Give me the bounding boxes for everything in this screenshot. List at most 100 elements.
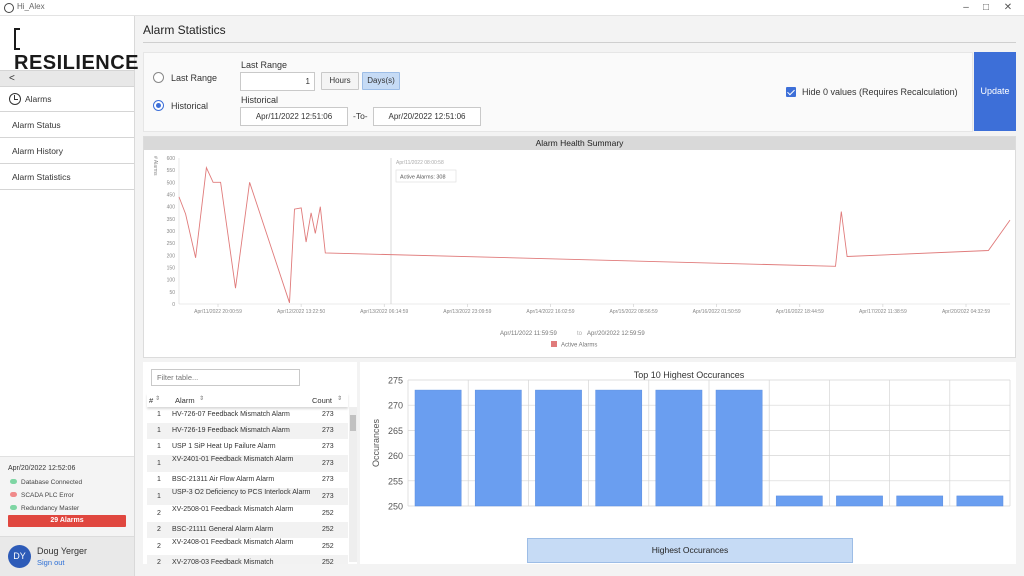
sort-icon[interactable]: ⇕ <box>155 395 160 402</box>
bar-6 <box>715 389 763 507</box>
y-tick-label: 0 <box>172 302 175 308</box>
bar-1 <box>414 389 462 507</box>
row-num: 1 <box>157 411 161 418</box>
range-value-input[interactable] <box>240 72 315 91</box>
table-row[interactable]: 2 BSC-21111 General Alarm Alarm 252 <box>147 522 348 538</box>
hours-button[interactable]: Hours <box>321 72 359 90</box>
row-alarm: HV-726-07 Feedback Mismatch Alarm <box>172 411 290 418</box>
table-row[interactable]: 1 XV-2401-01 Feedback Mismatch Alarm 273 <box>147 455 348 472</box>
last-range-radio[interactable] <box>153 72 164 83</box>
table-row[interactable]: 2 XV-2408-01 Feedback Mismatch Alarm 252 <box>147 538 348 555</box>
bar-y-tick-label: 265 <box>388 426 403 436</box>
y-tick-label: 50 <box>169 290 175 296</box>
sidebar-item-alarm-history[interactable]: Alarm History <box>0 139 134 164</box>
sign-out-link[interactable]: Sign out <box>37 558 65 567</box>
y-tick-label: 550 <box>167 168 176 174</box>
sort-icon[interactable]: ⇕ <box>337 395 342 402</box>
table-row[interactable]: 1 USP 1 SiP Heat Up Failure Alarm 273 <box>147 439 348 455</box>
x-tick-label: Apr/13/2022 06:14:59 <box>360 309 408 315</box>
filter-table-input[interactable] <box>151 369 300 386</box>
avatar: DY <box>8 545 31 568</box>
y-axis-label: # Alarms <box>152 156 158 176</box>
table-header: # ⇕ Alarm ⇕ Count ⇕ <box>147 393 348 407</box>
user-panel: DY Doug Yerger Sign out <box>0 536 134 576</box>
from-date-input[interactable] <box>240 107 348 126</box>
days-button[interactable]: Days(s) <box>362 72 400 90</box>
minimize-icon[interactable]: – <box>956 1 976 15</box>
row-alarm: USP 1 SiP Heat Up Failure Alarm <box>172 443 276 450</box>
sort-icon[interactable]: ⇕ <box>199 395 204 402</box>
top-occurrences-panel: Top 10 Highest Occurances Occurances 250 25… <box>360 362 1016 564</box>
range-from: Apr/11/2022 11:59:59 <box>500 331 557 337</box>
status-dot-icon <box>10 505 17 510</box>
x-tick-label: Apr/14/2022 16:02:59 <box>526 309 574 315</box>
maximize-icon[interactable]: □ <box>976 1 996 15</box>
x-tick-label: Apr/17/2022 11:38:59 <box>859 309 907 315</box>
last-range-radio-label: Last Range <box>171 73 218 83</box>
y-tick-label: 150 <box>167 266 176 272</box>
to-date-input[interactable] <box>373 107 481 126</box>
status-timestamp: Apr/20/2022 12:52:06 <box>8 465 76 472</box>
bar-y-tick-label: 255 <box>388 476 403 486</box>
row-num: 2 <box>157 526 161 533</box>
window-title: Hi_Alex <box>17 2 45 11</box>
row-num: 2 <box>157 510 161 517</box>
row-num: 1 <box>157 476 161 483</box>
row-count: 252 <box>322 559 334 564</box>
bar-y-tick-label: 270 <box>388 401 403 411</box>
hide-zero-checkbox[interactable] <box>786 87 796 97</box>
series-line-active-alarms <box>178 166 1011 303</box>
chevron-left-icon: < <box>9 73 15 84</box>
table-row[interactable]: 2 XV-2708-03 Feedback Mismatch 252 <box>147 555 348 564</box>
y-tick-label: 300 <box>167 229 176 235</box>
sidebar: RESILIENCE < Alarms Alarm Status Alarm H… <box>0 16 139 576</box>
row-count: 273 <box>322 493 334 500</box>
system-status-panel: Apr/20/2022 12:52:06 Database Connected … <box>0 456 134 536</box>
table-row[interactable]: 1 HV-726-19 Feedback Mismatch Alarm 273 <box>147 423 348 439</box>
alarm-health-chart[interactable]: # Alarms 0 50 100 150 200 250 300 350 400 450 500 55… <box>144 150 1015 357</box>
x-tick-label: Apr/11/2022 20:00:59 <box>194 309 242 315</box>
table-row[interactable]: 1 BSC-21311 Air Flow Alarm Alarm 273 <box>147 472 348 488</box>
row-alarm: BSC-21111 General Alarm Alarm <box>172 526 274 533</box>
range-controls: Last Range Historical Last Range Hours D… <box>143 52 973 132</box>
close-icon[interactable]: ✕ <box>998 1 1018 15</box>
row-alarm: XV-2401-01 Feedback Mismatch Alarm <box>172 456 294 463</box>
y-tick-label: 100 <box>167 278 176 284</box>
legend-swatch <box>551 341 557 347</box>
bar-y-tick-label: 260 <box>388 451 403 461</box>
row-num: 2 <box>157 559 161 564</box>
alarm-count-badge[interactable]: 29 Alarms <box>8 515 126 527</box>
sidebar-item-label: Alarm History <box>12 146 64 156</box>
bar-y-axis-label: Occurances <box>371 418 381 467</box>
range-to: Apr/20/2022 12:59:59 <box>587 331 645 337</box>
col-num-header[interactable]: # <box>149 396 153 405</box>
table-row[interactable]: 2 XV-2508-01 Feedback Mismatch Alarm 252 <box>147 505 348 522</box>
status-dot-icon <box>10 479 17 484</box>
table-row[interactable]: 1 HV-726-07 Feedback Mismatch Alarm 273 <box>147 407 348 423</box>
sidebar-item-alarms[interactable]: Alarms <box>0 87 134 112</box>
y-tick-label: 450 <box>167 193 176 199</box>
historical-radio[interactable] <box>153 100 164 111</box>
table-row[interactable]: 1 USP-3 O2 Deficiency to PCS Interlock Al… <box>147 488 348 505</box>
sidebar-item-label: Alarm Statistics <box>12 172 71 182</box>
update-button[interactable]: Update <box>974 52 1016 131</box>
bar-3 <box>535 389 582 507</box>
highest-occurances-legend[interactable]: Highest Occurances <box>527 538 853 563</box>
x-tick-label: Apr/20/2022 04:32:59 <box>942 309 990 315</box>
scrollbar-thumb[interactable] <box>350 415 356 431</box>
sidebar-collapse-button[interactable]: < <box>0 70 134 87</box>
historical-heading: Historical <box>241 95 279 105</box>
row-count: 273 <box>322 411 334 418</box>
user-name: Doug Yerger <box>37 546 88 556</box>
sidebar-item-alarm-status[interactable]: Alarm Status <box>0 113 134 138</box>
row-count: 273 <box>322 443 334 450</box>
col-alarm-header[interactable]: Alarm <box>175 396 195 405</box>
top-occurrences-chart[interactable]: Top 10 Highest Occurances Occurances 250 25… <box>360 362 1016 538</box>
bar-10 <box>956 495 1004 507</box>
col-count-header[interactable]: Count <box>312 396 332 405</box>
sidebar-item-alarm-statistics[interactable]: Alarm Statistics <box>0 165 134 190</box>
row-alarm: XV-2408-01 Feedback Mismatch Alarm <box>172 539 294 546</box>
table-scrollbar[interactable] <box>349 407 357 562</box>
row-num: 1 <box>157 493 161 500</box>
bar-5 <box>655 389 703 507</box>
